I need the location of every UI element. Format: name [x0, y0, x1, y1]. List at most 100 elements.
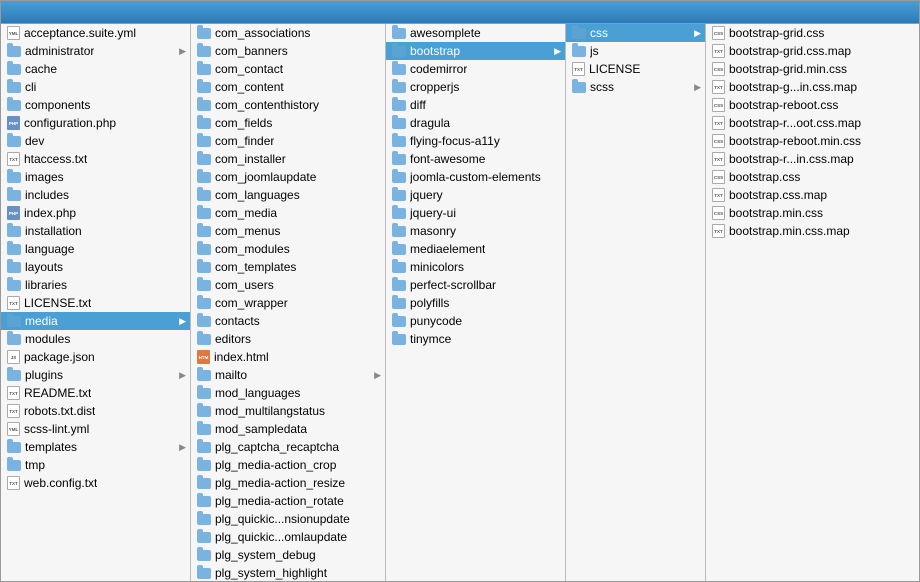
list-item[interactable]: jquery	[386, 186, 565, 204]
list-item[interactable]: CSSbootstrap.min.css	[706, 204, 919, 222]
item-label: cropperjs	[410, 80, 459, 94]
list-item[interactable]: dev	[1, 132, 190, 150]
list-item[interactable]: CSSbootstrap-reboot.css	[706, 96, 919, 114]
folder-icon	[197, 370, 211, 381]
list-item[interactable]: CSSbootstrap-grid.css	[706, 24, 919, 42]
list-item[interactable]: mailto▶	[191, 366, 385, 384]
list-item[interactable]: minicolors	[386, 258, 565, 276]
list-item[interactable]: plg_system_debug	[191, 546, 385, 564]
list-item[interactable]: com_modules	[191, 240, 385, 258]
list-item[interactable]: com_languages	[191, 186, 385, 204]
list-item[interactable]: com_contact	[191, 60, 385, 78]
list-item[interactable]: com_templates	[191, 258, 385, 276]
list-item[interactable]: editors	[191, 330, 385, 348]
list-item[interactable]: plugins▶	[1, 366, 190, 384]
list-item[interactable]: plg_quickic...omlaupdate	[191, 528, 385, 546]
list-item[interactable]: cache	[1, 60, 190, 78]
list-item[interactable]: plg_media-action_crop	[191, 456, 385, 474]
list-item[interactable]: TXTweb.config.txt	[1, 474, 190, 492]
list-item[interactable]: HTMindex.html	[191, 348, 385, 366]
list-item[interactable]: cropperjs	[386, 78, 565, 96]
list-item[interactable]: perfect-scrollbar	[386, 276, 565, 294]
list-item[interactable]: mod_languages	[191, 384, 385, 402]
item-label: htaccess.txt	[24, 152, 87, 166]
list-item[interactable]: TXTbootstrap.min.css.map	[706, 222, 919, 240]
item-label: templates	[25, 440, 77, 454]
list-item[interactable]: com_installer	[191, 150, 385, 168]
list-item[interactable]: installation	[1, 222, 190, 240]
list-item[interactable]: tinymce	[386, 330, 565, 348]
list-item[interactable]: com_menus	[191, 222, 385, 240]
list-item[interactable]: css▶	[566, 24, 705, 42]
list-item[interactable]: administrator▶	[1, 42, 190, 60]
list-item[interactable]: media▶	[1, 312, 190, 330]
list-item[interactable]: js	[566, 42, 705, 60]
list-item[interactable]: TXTrobots.txt.dist	[1, 402, 190, 420]
list-item[interactable]: language	[1, 240, 190, 258]
list-item[interactable]: PHPindex.php	[1, 204, 190, 222]
list-item[interactable]: components	[1, 96, 190, 114]
list-item[interactable]: templates▶	[1, 438, 190, 456]
list-item[interactable]: CSSbootstrap-grid.min.css	[706, 60, 919, 78]
list-item[interactable]: TXTbootstrap-g...in.css.map	[706, 78, 919, 96]
list-item[interactable]: mediaelement	[386, 240, 565, 258]
list-item[interactable]: YMLacceptance.suite.yml	[1, 24, 190, 42]
list-item[interactable]: contacts	[191, 312, 385, 330]
list-item[interactable]: TXTbootstrap.css.map	[706, 186, 919, 204]
list-item[interactable]: codemirror	[386, 60, 565, 78]
list-item[interactable]: diff	[386, 96, 565, 114]
item-label: editors	[215, 332, 251, 346]
list-item[interactable]: bootstrap▶	[386, 42, 565, 60]
list-item[interactable]: dragula	[386, 114, 565, 132]
list-item[interactable]: TXTbootstrap-r...oot.css.map	[706, 114, 919, 132]
list-item[interactable]: JSpackage.json	[1, 348, 190, 366]
list-item[interactable]: TXTLICENSE	[566, 60, 705, 78]
list-item[interactable]: plg_system_highlight	[191, 564, 385, 581]
list-item[interactable]: com_associations	[191, 24, 385, 42]
list-item[interactable]: plg_media-action_rotate	[191, 492, 385, 510]
list-item[interactable]: scss▶	[566, 78, 705, 96]
list-item[interactable]: plg_captcha_recaptcha	[191, 438, 385, 456]
list-item[interactable]: polyfills	[386, 294, 565, 312]
list-item[interactable]: modules	[1, 330, 190, 348]
list-item[interactable]: TXThtaccess.txt	[1, 150, 190, 168]
list-item[interactable]: com_contenthistory	[191, 96, 385, 114]
list-item[interactable]: joomla-custom-elements	[386, 168, 565, 186]
list-item[interactable]: awesomplete	[386, 24, 565, 42]
list-item[interactable]: com_content	[191, 78, 385, 96]
item-label: index.php	[24, 206, 76, 220]
list-item[interactable]: com_users	[191, 276, 385, 294]
list-item[interactable]: tmp	[1, 456, 190, 474]
list-item[interactable]: TXTLICENSE.txt	[1, 294, 190, 312]
list-item[interactable]: CSSbootstrap.css	[706, 168, 919, 186]
list-item[interactable]: PHPconfiguration.php	[1, 114, 190, 132]
list-item[interactable]: com_banners	[191, 42, 385, 60]
list-item[interactable]: com_joomlaupdate	[191, 168, 385, 186]
list-item[interactable]: plg_quickic...nsionupdate	[191, 510, 385, 528]
list-item[interactable]: libraries	[1, 276, 190, 294]
item-label: tinymce	[410, 332, 451, 346]
list-item[interactable]: TXTbootstrap-grid.css.map	[706, 42, 919, 60]
list-item[interactable]: com_finder	[191, 132, 385, 150]
list-item[interactable]: plg_media-action_resize	[191, 474, 385, 492]
list-item[interactable]: includes	[1, 186, 190, 204]
list-item[interactable]: CSSbootstrap-reboot.min.css	[706, 132, 919, 150]
file-icon: CSS	[712, 134, 725, 148]
folder-icon	[197, 100, 211, 111]
list-item[interactable]: TXTREADME.txt	[1, 384, 190, 402]
list-item[interactable]: images	[1, 168, 190, 186]
list-item[interactable]: YMLscss-lint.yml	[1, 420, 190, 438]
list-item[interactable]: mod_multilangstatus	[191, 402, 385, 420]
list-item[interactable]: layouts	[1, 258, 190, 276]
list-item[interactable]: jquery-ui	[386, 204, 565, 222]
list-item[interactable]: com_fields	[191, 114, 385, 132]
list-item[interactable]: punycode	[386, 312, 565, 330]
list-item[interactable]: font-awesome	[386, 150, 565, 168]
list-item[interactable]: flying-focus-a11y	[386, 132, 565, 150]
list-item[interactable]: TXTbootstrap-r...in.css.map	[706, 150, 919, 168]
list-item[interactable]: cli	[1, 78, 190, 96]
list-item[interactable]: com_media	[191, 204, 385, 222]
list-item[interactable]: mod_sampledata	[191, 420, 385, 438]
list-item[interactable]: com_wrapper	[191, 294, 385, 312]
list-item[interactable]: masonry	[386, 222, 565, 240]
